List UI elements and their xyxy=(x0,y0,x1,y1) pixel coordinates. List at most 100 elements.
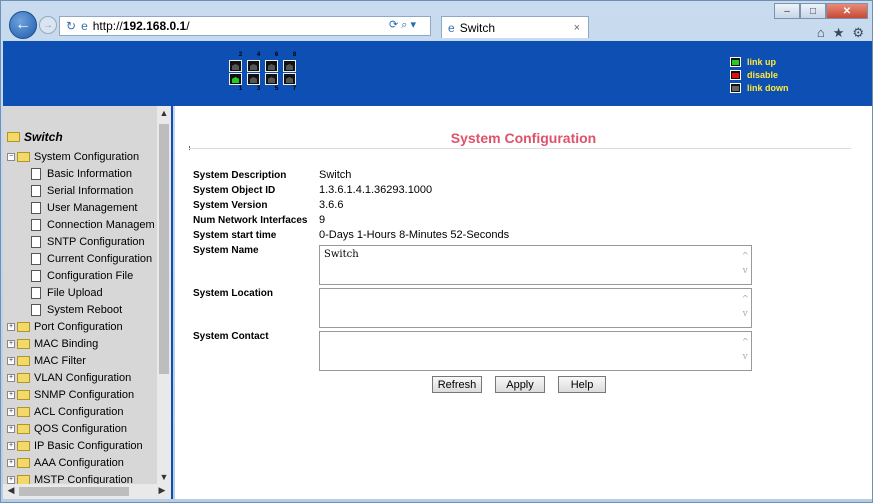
document-icon xyxy=(31,235,41,248)
url-text: http://192.168.0.1/ xyxy=(93,19,190,33)
sidebar-item-aaa-configuration[interactable]: + AAA Configuration xyxy=(7,454,157,471)
system-name-field[interactable]: Switch ^ v xyxy=(319,245,752,285)
sidebar-item-connection-managem[interactable]: Connection Managem xyxy=(7,216,157,233)
port-icon[interactable] xyxy=(247,73,260,85)
scroll-left-icon[interactable]: ◀ xyxy=(6,485,16,496)
sidebar-item-configuration-file[interactable]: Configuration File xyxy=(7,267,157,284)
port-icon[interactable] xyxy=(265,73,278,85)
port-number: 4 xyxy=(256,52,261,58)
tab-close-icon[interactable]: × xyxy=(574,22,580,34)
sidebar-item-user-management[interactable]: User Management xyxy=(7,199,157,216)
help-button[interactable]: Help xyxy=(558,376,606,393)
back-button[interactable]: ← xyxy=(9,11,37,39)
hscroll-thumb[interactable] xyxy=(19,487,129,496)
scroll-down-icon[interactable]: ▼ xyxy=(159,472,169,482)
sidebar-item-basic-information[interactable]: Basic Information xyxy=(7,165,157,182)
expand-icon[interactable]: + xyxy=(7,441,15,450)
sidebar-item-qos-configuration[interactable]: + QOS Configuration xyxy=(7,420,157,437)
sidebar-item-sntp-configuration[interactable]: SNTP Configuration xyxy=(7,233,157,250)
info-label: System Description xyxy=(193,170,287,181)
sidebar-item-mac-binding[interactable]: + MAC Binding xyxy=(7,335,157,352)
sidebar-item-vlan-configuration[interactable]: + VLAN Configuration xyxy=(7,369,157,386)
scroll-thumb[interactable] xyxy=(159,124,169,374)
expand-icon[interactable]: + xyxy=(7,475,15,484)
sidebar-item-serial-information[interactable]: Serial Information xyxy=(7,182,157,199)
scroll-up-icon[interactable]: ▲ xyxy=(159,108,169,118)
tab-switch[interactable]: e Switch × xyxy=(441,16,589,38)
maximize-button[interactable]: □ xyxy=(800,3,826,19)
sidebar-vertical-scrollbar[interactable]: ▲ ▼ xyxy=(157,106,171,484)
system-location-label: System Location xyxy=(193,288,274,299)
sidebar-item-system-reboot[interactable]: System Reboot xyxy=(7,301,157,318)
expand-icon[interactable]: + xyxy=(7,373,15,382)
apply-button[interactable]: Apply xyxy=(495,376,545,393)
expand-icon[interactable]: + xyxy=(7,339,15,348)
system-name-value: Switch xyxy=(324,249,359,260)
folder-icon xyxy=(17,372,30,383)
system-location-field[interactable]: ^ v xyxy=(319,288,752,328)
sidebar-item-snmp-configuration[interactable]: + SNMP Configuration xyxy=(7,386,157,403)
port-icon[interactable] xyxy=(247,60,260,72)
port-legend: link up disable link down xyxy=(730,55,789,94)
tree-root[interactable]: Switch xyxy=(7,128,157,146)
system-contact-label: System Contact xyxy=(193,331,269,342)
port-icon[interactable] xyxy=(265,60,278,72)
refresh-button[interactable]: Refresh xyxy=(432,376,482,393)
sidebar-horizontal-scrollbar[interactable]: ◀ ▶ xyxy=(3,484,171,499)
port-number: 5 xyxy=(274,86,279,92)
legend-label: disable xyxy=(747,69,779,80)
legend-item: link down xyxy=(730,81,789,94)
expand-icon[interactable]: + xyxy=(7,390,15,399)
system-contact-field[interactable]: ^ v xyxy=(319,331,752,371)
settings-gear-icon[interactable]: ⚙ xyxy=(852,25,864,41)
favorites-star-icon[interactable]: ★ xyxy=(833,25,845,41)
address-tools[interactable]: ⟳ ⌕ ▾ xyxy=(389,18,416,32)
sidebar-item-ip-basic-configuration[interactable]: + IP Basic Configuration xyxy=(7,437,157,454)
sidebar-item-label: Port Configuration xyxy=(34,320,123,333)
info-label: System Object ID xyxy=(193,185,276,196)
legend-item: link up xyxy=(730,55,789,68)
legend-label: link up xyxy=(747,56,776,67)
sidebar-item-system-configuration[interactable]: − System Configuration xyxy=(7,148,157,165)
sidebar-item-current-configuration[interactable]: Current Configuration xyxy=(7,250,157,267)
expand-icon[interactable]: + xyxy=(7,322,15,331)
sidebar-item-label: ACL Configuration xyxy=(34,405,124,418)
address-bar[interactable]: ↻ e http://192.168.0.1/ xyxy=(59,16,431,36)
sidebar-item-label: IP Basic Configuration xyxy=(34,439,143,452)
collapse-icon[interactable]: − xyxy=(7,152,15,161)
port-icon[interactable] xyxy=(229,73,242,85)
info-value: 0-Days 1-Hours 8-Minutes 52-Seconds xyxy=(319,229,510,241)
port-number: 6 xyxy=(274,52,279,58)
folder-icon xyxy=(17,474,30,485)
sidebar-item-file-upload[interactable]: File Upload xyxy=(7,284,157,301)
home-icon[interactable]: ⌂ xyxy=(817,25,825,41)
folder-icon xyxy=(17,423,30,434)
textarea-scroll-icon: ^ v xyxy=(741,252,749,276)
sidebar-item-label: SNTP Configuration xyxy=(47,235,145,248)
port-icon[interactable] xyxy=(283,60,296,72)
minimize-button[interactable]: – xyxy=(774,3,800,19)
sidebar-item-acl-configuration[interactable]: + ACL Configuration xyxy=(7,403,157,420)
info-value: 3.6.6 xyxy=(319,199,344,211)
port-icon[interactable] xyxy=(229,60,242,72)
sidebar-item-mac-filter[interactable]: + MAC Filter xyxy=(7,352,157,369)
refresh-page-icon[interactable]: ↻ xyxy=(66,19,76,33)
back-arrow-icon: ← xyxy=(15,16,31,33)
close-window-button[interactable]: ✕ xyxy=(826,3,868,19)
expand-icon[interactable]: + xyxy=(7,407,15,416)
port-row-top xyxy=(229,60,300,72)
url-suffix: / xyxy=(186,19,190,33)
document-icon xyxy=(31,286,41,299)
tree-root-label: Switch xyxy=(24,130,63,144)
expand-icon[interactable]: + xyxy=(7,458,15,467)
scroll-right-icon[interactable]: ▶ xyxy=(157,485,167,496)
navigation-tree: Switch − System Configuration Basic Inform… xyxy=(7,128,157,488)
expand-icon[interactable]: + xyxy=(7,424,15,433)
sidebar-item-port-configuration[interactable]: + Port Configuration xyxy=(7,318,157,335)
expand-icon[interactable]: + xyxy=(7,356,15,365)
port-icon[interactable] xyxy=(283,73,296,85)
sidebar-item-label: Connection Managem xyxy=(47,218,155,231)
ie-page-icon: e xyxy=(81,19,88,33)
forward-button[interactable]: → xyxy=(39,16,57,34)
port-panel: 2 4 6 8 1 3 5 7 xyxy=(229,52,300,93)
